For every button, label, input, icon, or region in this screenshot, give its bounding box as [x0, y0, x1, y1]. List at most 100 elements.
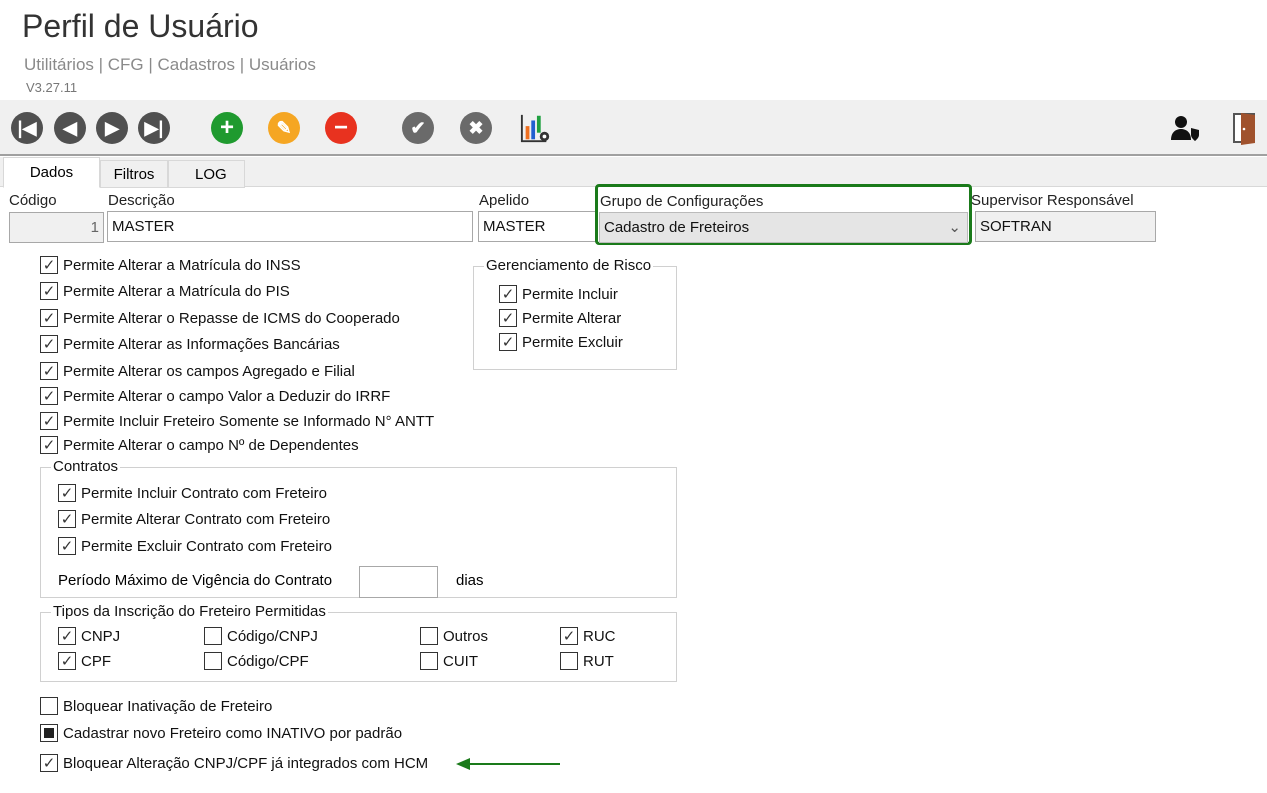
checkbox-checked-icon[interactable]: ✓ [58, 510, 76, 528]
tipo-checkbox[interactable]: CUIT [420, 652, 478, 670]
user-permission-button[interactable] [1170, 112, 1202, 144]
supervisor-field[interactable]: SOFTRAN [975, 211, 1156, 242]
descricao-field[interactable]: MASTER [107, 211, 473, 242]
next-record-button[interactable]: ▶ [96, 112, 128, 144]
edit-icon: ✎ [276, 117, 292, 138]
checkbox-label: Permite Alterar o campo Valor a Deduzir … [63, 387, 391, 405]
checkbox-empty-icon[interactable] [560, 652, 578, 670]
permission-checkbox[interactable]: ✓ Permite Incluir Freteiro Somente se Inf… [40, 412, 434, 430]
checkbox-label: Permite Excluir Contrato com Freteiro [81, 537, 332, 555]
supervisor-label: Supervisor Responsável [971, 192, 1134, 209]
edit-button[interactable]: ✎ [268, 112, 300, 144]
checkbox-label: Outros [443, 627, 489, 645]
contrato-checkbox[interactable]: ✓ Permite Excluir Contrato com Freteiro [58, 537, 332, 555]
delete-button[interactable]: − [325, 112, 357, 144]
codigo-field[interactable]: 1 [9, 212, 104, 243]
checkbox-checked-icon[interactable]: ✓ [40, 282, 58, 300]
breadcrumb: Utilitários | CFG | Cadastros | Usuários [24, 55, 316, 74]
tipo-checkbox[interactable]: ✓ CNPJ [58, 627, 120, 645]
first-record-button[interactable]: |◀ [11, 112, 43, 144]
grupo-select[interactable]: Cadastro de Freteiros ⌄ [599, 212, 968, 243]
chart-settings-icon [520, 114, 550, 143]
page-title: Perfil de Usuário [22, 8, 259, 44]
tipos-group: Tipos da Inscrição do Freteiro Permitida… [40, 603, 677, 682]
checkbox-checked-icon[interactable]: ✓ [58, 627, 76, 645]
risco-checkbox[interactable]: ✓ Permite Excluir [499, 333, 623, 351]
contrato-checkbox[interactable]: ✓ Permite Alterar Contrato com Freteiro [58, 510, 330, 528]
tab-dados[interactable]: Dados [3, 157, 100, 188]
contratos-title: Contratos [51, 458, 121, 475]
tipo-checkbox[interactable]: ✓ CPF [58, 652, 111, 670]
checkbox-label: Permite Alterar a Matrícula do INSS [63, 256, 301, 274]
checkbox-checked-icon[interactable]: ✓ [40, 412, 58, 430]
risco-title: Gerenciamento de Risco [484, 257, 654, 274]
checkbox-checked-icon[interactable]: ✓ [40, 436, 58, 454]
tab-filtros[interactable]: Filtros [100, 160, 168, 188]
checkbox-empty-icon[interactable] [40, 697, 58, 715]
bottom-option-checkbox[interactable]: ✓ Bloquear Alteração CNPJ/CPF já integrad… [40, 754, 428, 772]
checkbox-empty-icon[interactable] [420, 652, 438, 670]
permission-checkbox[interactable]: ✓ Permite Alterar as Informações Bancária… [40, 335, 340, 353]
checkbox-checked-icon[interactable]: ✓ [499, 285, 517, 303]
tipo-checkbox[interactable]: Outros [420, 627, 488, 645]
checkbox-checked-icon[interactable]: ✓ [58, 537, 76, 555]
bottom-option-checkbox[interactable]: Cadastrar novo Freteiro como INATIVO por… [40, 724, 402, 742]
checkbox-checked-icon[interactable]: ✓ [40, 256, 58, 274]
checkbox-checked-icon[interactable]: ✓ [40, 309, 58, 327]
report-button[interactable] [520, 112, 552, 144]
periodo-label: Período Máximo de Vigência do Contrato [58, 572, 333, 589]
permission-checkbox[interactable]: ✓ Permite Alterar o campo Nº de Dependent… [40, 436, 359, 454]
checkbox-label: Permite Incluir Freteiro Somente se Info… [63, 412, 435, 430]
checkbox-label: Permite Alterar Contrato com Freteiro [81, 510, 331, 528]
previous-record-button[interactable]: ◀ [54, 112, 86, 144]
tipo-checkbox[interactable]: ✓ RUC [560, 627, 616, 645]
confirm-button[interactable]: ✔ [402, 112, 434, 144]
checkbox-checked-icon[interactable]: ✓ [40, 362, 58, 380]
tipos-title: Tipos da Inscrição do Freteiro Permitida… [51, 603, 328, 620]
permission-checkbox[interactable]: ✓ Permite Alterar a Matrícula do PIS [40, 282, 290, 300]
delete-icon: − [333, 114, 348, 141]
exit-button[interactable] [1228, 112, 1260, 145]
last-icon: ▶| [144, 117, 164, 138]
dias-label: dias [456, 572, 484, 589]
tipo-checkbox[interactable]: Código/CPF [204, 652, 309, 670]
contrato-checkbox[interactable]: ✓ Permite Incluir Contrato com Freteiro [58, 484, 327, 502]
next-icon: ▶ [105, 117, 119, 138]
bottom-option-checkbox[interactable]: Bloquear Inativação de Freteiro [40, 697, 272, 715]
checkbox-empty-icon[interactable] [420, 627, 438, 645]
highlight-arrow-icon [456, 758, 560, 770]
grupo-label: Grupo de Configurações [600, 193, 764, 210]
periodo-input[interactable] [359, 566, 438, 598]
permission-checkbox[interactable]: ✓ Permite Alterar os campos Agregado e Fi… [40, 362, 355, 380]
checkbox-checked-icon[interactable]: ✓ [40, 335, 58, 353]
checkbox-checked-icon[interactable]: ✓ [58, 484, 76, 502]
apelido-field[interactable]: MASTER [478, 211, 596, 242]
checkbox-checked-icon[interactable]: ✓ [499, 309, 517, 327]
tipo-checkbox[interactable]: RUT [560, 652, 614, 670]
checkbox-indeterminate-icon[interactable] [40, 724, 58, 742]
chevron-down-icon: ⌄ [948, 219, 961, 236]
checkbox-checked-icon[interactable]: ✓ [58, 652, 76, 670]
permission-checkbox[interactable]: ✓ Permite Alterar o campo Valor a Deduzir… [40, 387, 390, 405]
tipo-checkbox[interactable]: Código/CNPJ [204, 627, 318, 645]
tab-log[interactable]: LOG [168, 160, 245, 188]
permission-checkbox[interactable]: ✓ Permite Alterar o Repasse de ICMS do Co… [40, 309, 400, 327]
risco-checkbox[interactable]: ✓ Permite Alterar [499, 309, 621, 327]
exit-door-icon [1233, 113, 1255, 145]
permission-checkbox[interactable]: ✓ Permite Alterar a Matrícula do INSS [40, 256, 301, 274]
version-label: V3.27.11 [26, 80, 78, 95]
last-record-button[interactable]: ▶| [138, 112, 170, 144]
checkbox-checked-icon[interactable]: ✓ [560, 627, 578, 645]
checkbox-checked-icon[interactable]: ✓ [40, 754, 58, 772]
checkbox-label: Código/CPF [227, 652, 309, 670]
checkbox-label: Permite Incluir [522, 285, 618, 303]
checkbox-empty-icon[interactable] [204, 627, 222, 645]
checkbox-checked-icon[interactable]: ✓ [40, 387, 58, 405]
checkbox-empty-icon[interactable] [204, 652, 222, 670]
risco-checkbox[interactable]: ✓ Permite Incluir [499, 285, 618, 303]
checkbox-checked-icon[interactable]: ✓ [499, 333, 517, 351]
add-button[interactable]: + [211, 112, 243, 144]
cancel-button[interactable]: ✖ [460, 112, 492, 144]
previous-icon: ◀ [63, 117, 77, 138]
checkbox-label: Bloquear Alteração CNPJ/CPF já integrado… [63, 754, 429, 772]
